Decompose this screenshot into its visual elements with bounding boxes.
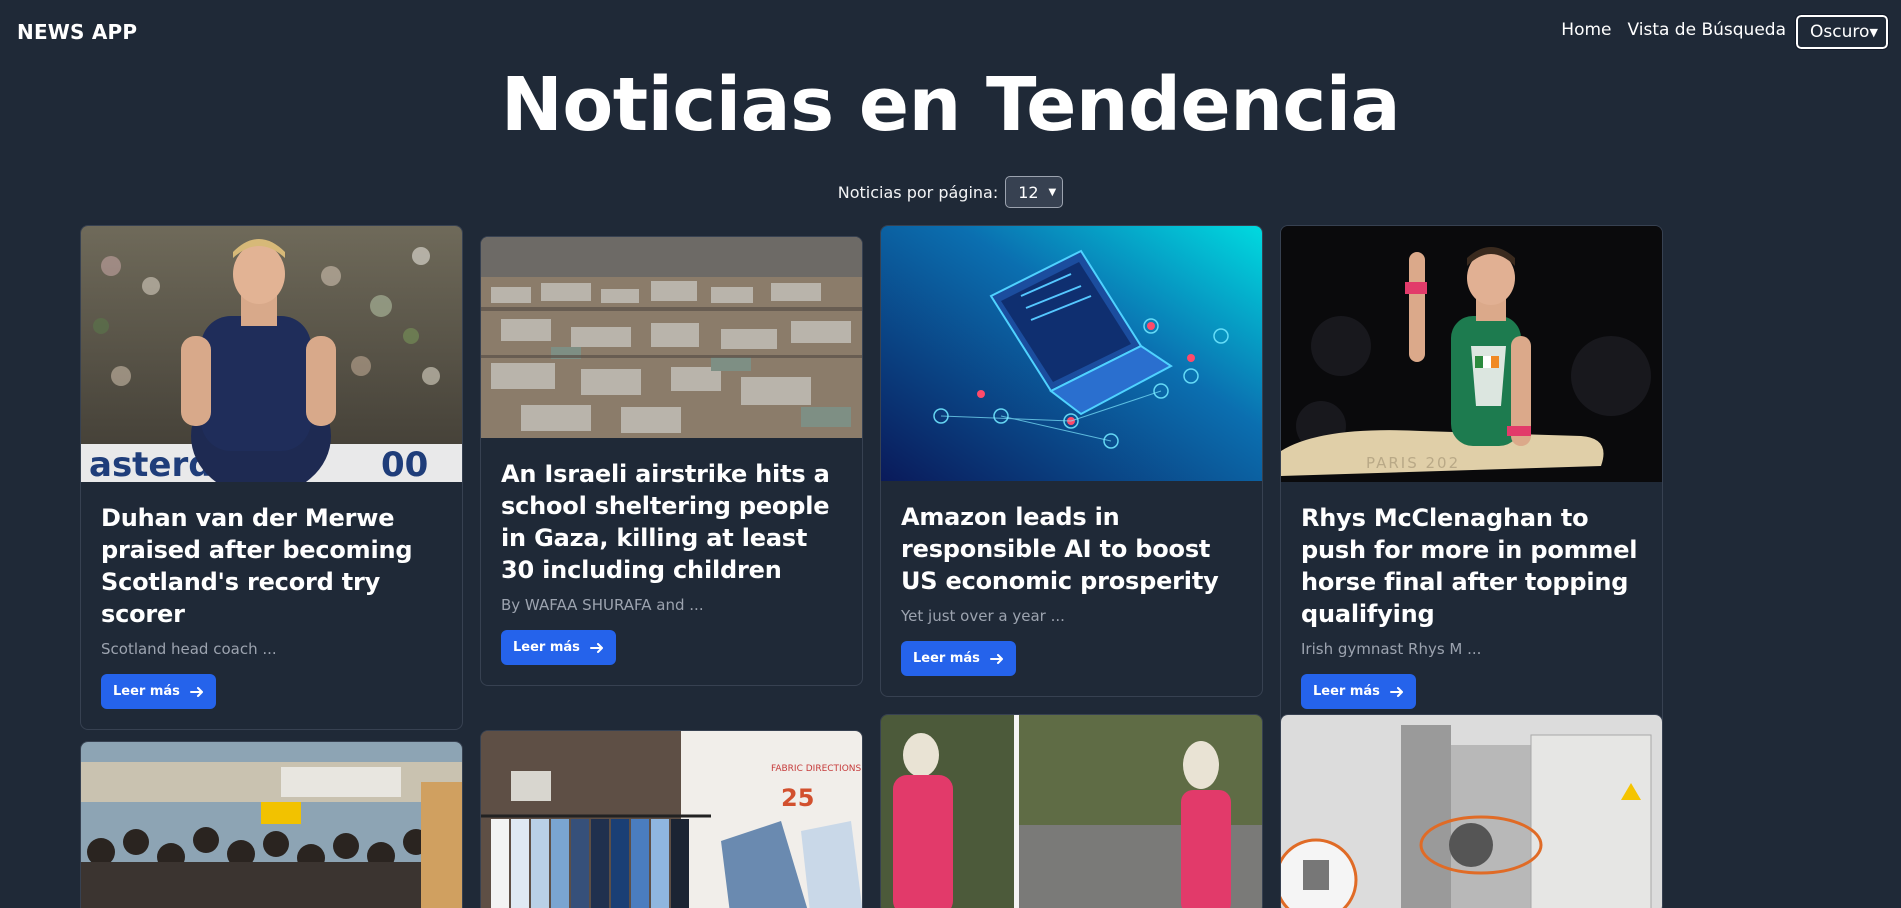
clothing-display-photo: FABRIC DIRECTIONS 25 xyxy=(481,731,862,908)
nav-link-home[interactable]: Home xyxy=(1561,20,1611,40)
svg-text:FABRIC DIRECTIONS: FABRIC DIRECTIONS xyxy=(771,764,862,774)
article-excerpt: Yet just over a year ... xyxy=(901,607,1065,625)
per-page-select[interactable]: 12 ▼ xyxy=(1005,176,1064,208)
news-card: An Israeli airstrike hits a school shelt… xyxy=(480,236,863,686)
read-more-label: Leer más xyxy=(113,684,180,699)
news-card: PARIS 202 Rhys McClenaghan to push for m… xyxy=(1280,225,1663,730)
per-page-control: Noticias por página: 12 ▼ xyxy=(0,176,1901,208)
laptop-network-illustration xyxy=(881,226,1262,481)
page-title: Noticias en Tendencia xyxy=(500,62,1401,148)
article-excerpt: Irish gymnast Rhys M ... xyxy=(1301,640,1482,658)
arrow-right-icon xyxy=(1389,686,1403,697)
svg-text:00: 00 xyxy=(381,445,428,482)
gymnast-photo: PARIS 202 xyxy=(1281,226,1662,482)
news-card xyxy=(1280,714,1663,908)
gaza-camp-aerial-photo xyxy=(481,237,862,438)
per-page-value: 12 xyxy=(1018,182,1039,202)
arrow-right-icon xyxy=(589,642,603,653)
industrial-machine-photo xyxy=(1281,715,1662,908)
article-title[interactable]: An Israeli airstrike hits a school shelt… xyxy=(501,458,842,586)
nav-links: Home Vista de Búsqueda xyxy=(1561,20,1786,40)
article-title[interactable]: Amazon leads in responsible AI to boost … xyxy=(901,501,1242,597)
arrow-right-icon xyxy=(189,686,203,697)
article-excerpt: Scotland head coach ... xyxy=(101,640,277,658)
read-more-button[interactable]: Leer más xyxy=(101,674,216,709)
chevron-down-icon: ▼ xyxy=(1048,186,1057,198)
news-card xyxy=(80,741,463,908)
cctv-woman-photo xyxy=(881,715,1262,908)
chevron-down-icon: ▼ xyxy=(1869,25,1878,39)
navbar: NEWS APP Home Vista de Búsqueda Oscuro ▼ xyxy=(0,0,1901,64)
theme-select-value: Oscuro xyxy=(1810,22,1870,42)
news-card: asterd 00 Duhan van der Merwe praised af… xyxy=(80,225,463,730)
article-excerpt: By WAFAA SHURAFA and ... xyxy=(501,596,704,614)
news-card xyxy=(880,714,1263,908)
nav-link-search-view[interactable]: Vista de Búsqueda xyxy=(1627,20,1786,40)
read-more-button[interactable]: Leer más xyxy=(1301,674,1416,709)
news-card: Amazon leads in responsible AI to boost … xyxy=(880,225,1263,697)
read-more-button[interactable]: Leer más xyxy=(501,630,616,665)
read-more-label: Leer más xyxy=(913,651,980,666)
theme-select[interactable]: Oscuro ▼ xyxy=(1795,14,1889,50)
arrow-right-icon xyxy=(989,653,1003,664)
rugby-player-photo: asterd 00 xyxy=(81,226,462,482)
app-brand[interactable]: NEWS APP xyxy=(17,20,137,44)
read-more-button[interactable]: Leer más xyxy=(901,641,1016,676)
news-card: FABRIC DIRECTIONS 25 xyxy=(480,730,863,908)
crowd-photo xyxy=(81,742,462,908)
article-title[interactable]: Rhys McClenaghan to push for more in pom… xyxy=(1301,502,1642,630)
svg-text:25: 25 xyxy=(781,784,814,812)
svg-text:PARIS 202: PARIS 202 xyxy=(1366,454,1460,472)
article-title[interactable]: Duhan van der Merwe praised after becomi… xyxy=(101,502,442,630)
read-more-label: Leer más xyxy=(1313,684,1380,699)
read-more-label: Leer más xyxy=(513,640,580,655)
per-page-label: Noticias por página: xyxy=(837,182,999,202)
